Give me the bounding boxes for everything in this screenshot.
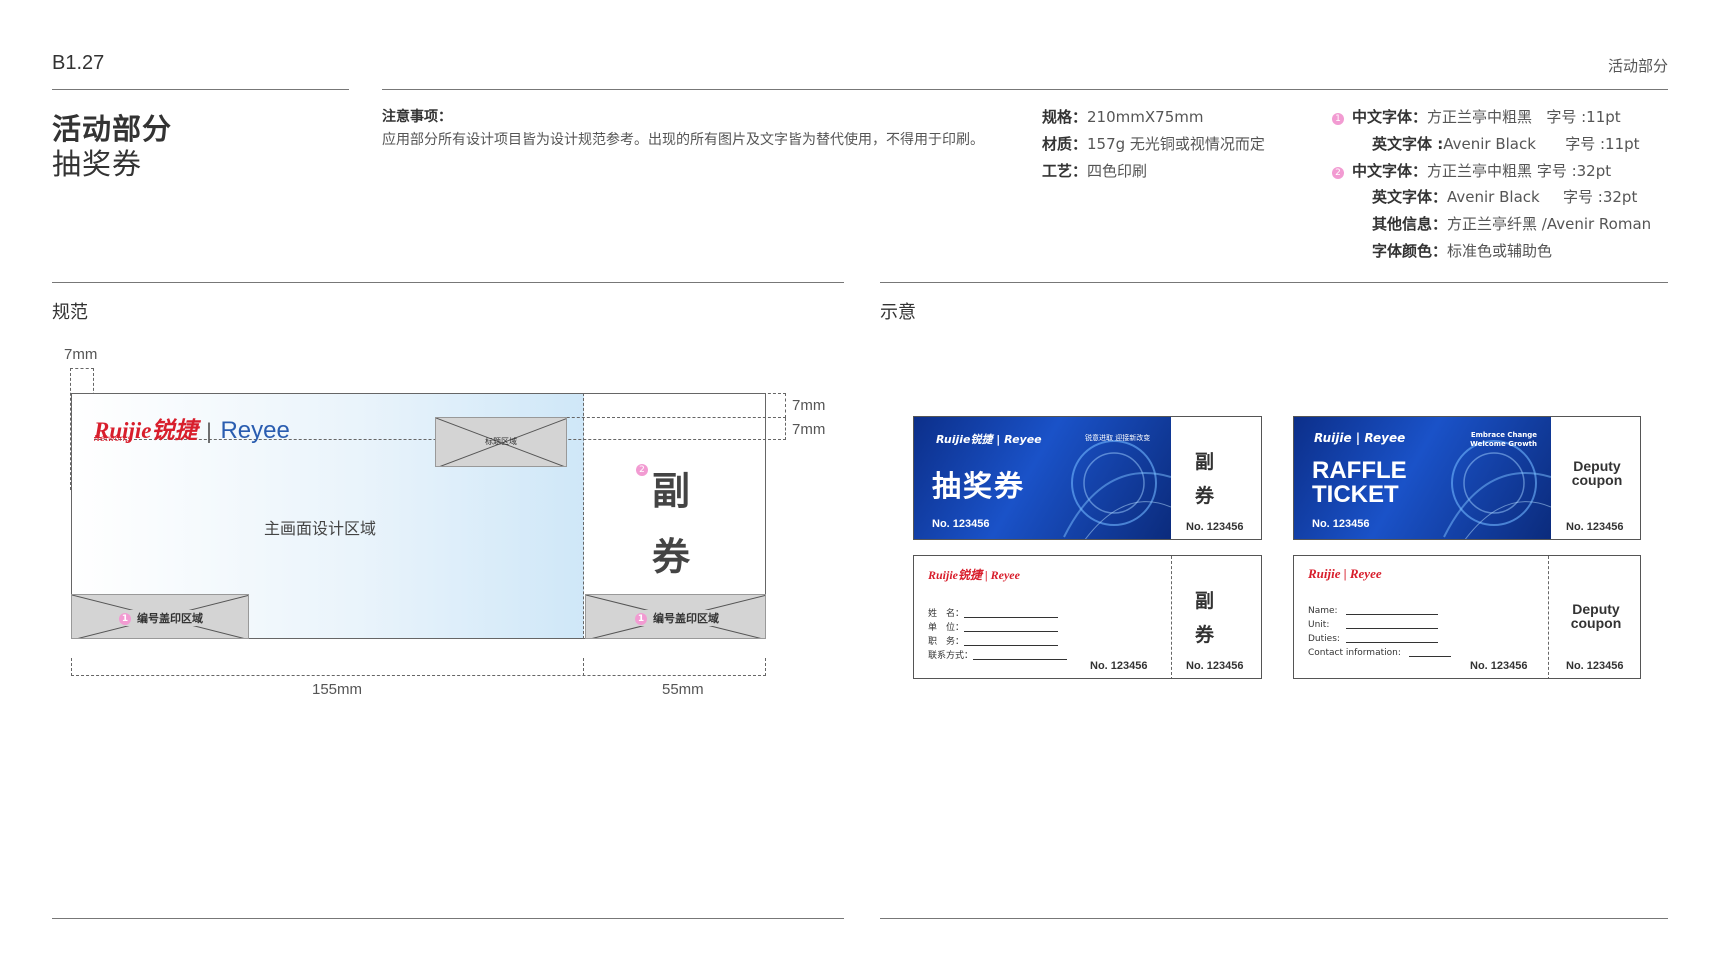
- ticket-slogan: Embrace Change Welcome Growth: [1470, 431, 1537, 448]
- dim-stub-width: 55mm: [662, 681, 704, 698]
- marker-2-icon: 2: [1332, 167, 1344, 179]
- form-field: 单 位：: [928, 620, 1059, 633]
- dim-left-margin: 7mm: [64, 346, 98, 363]
- stamp-area-left: 1 编号盖印区域: [71, 594, 249, 639]
- marker-2-icon: 2: [636, 464, 648, 476]
- stub-number: No. 123456: [1186, 521, 1244, 533]
- width-guide: [71, 658, 766, 676]
- ticket-logo: Ruijie锐捷 | Reyee: [936, 433, 1042, 446]
- form-field: Name:: [1308, 606, 1438, 616]
- logo-separator: |: [205, 419, 213, 443]
- marker-1-icon: 1: [119, 613, 131, 625]
- ticket-artwork: Ruijie | Reyee Embrace Change Welcome Gro…: [1294, 417, 1551, 539]
- ticket-title: 抽奖券: [932, 469, 1026, 503]
- dim-top-margin-2: 7mm: [792, 421, 826, 438]
- ticket-title: RAFFLE TICKET: [1312, 457, 1407, 508]
- spec-drawing: 7mm 7mm 7mm Ruijie锐捷 | Reyee Networks 标题…: [0, 0, 860, 720]
- perforation-line: [1548, 556, 1549, 678]
- font-row: 其他信息：方正兰亭纤黑 /Avenir Roman: [1372, 215, 1652, 233]
- dim-main-width: 155mm: [312, 681, 363, 698]
- ticket-logo: Ruijie | Reyee: [1314, 431, 1406, 445]
- stub-title: Deputy coupon: [1571, 458, 1623, 488]
- stub-char: 副: [652, 469, 691, 513]
- stub-title: Deputy coupon: [1570, 601, 1622, 631]
- stub-title: 副券: [1195, 590, 1215, 646]
- form-field: Contact information:: [1308, 648, 1451, 658]
- example-heading: 示意: [880, 302, 916, 323]
- font-row: 2 中文字体：方正兰亭中粗黑 字号 :32pt: [1332, 160, 1611, 181]
- ticket-en-white: Ruijie | Reyee Name: Unit: Duties: Conta…: [1293, 555, 1641, 679]
- stamp-label: 1 编号盖印区域: [106, 610, 216, 626]
- ticket-artwork: Ruijie锐捷 | Reyee 锐意进取 迎接新改变 抽奖券 No. 1234…: [914, 417, 1171, 539]
- dim-top-margin-1: 7mm: [792, 397, 826, 414]
- divider: [52, 918, 844, 919]
- top-margin-guide-1: [436, 393, 786, 418]
- form-field: 姓 名：: [928, 606, 1059, 619]
- spec-row: 材质：157g 无光铜或视情况而定: [1042, 135, 1265, 153]
- spec-row: 工艺：四色印刷: [1042, 162, 1148, 180]
- ticket-number: No. 123456: [932, 518, 990, 530]
- main-area-label: 主画面设计区域: [264, 519, 377, 538]
- ticket-slogan: 锐意进取 迎接新改变: [1085, 434, 1151, 442]
- stub-number: No. 123456: [1566, 521, 1624, 533]
- stamp-area-right: 1 编号盖印区域: [585, 594, 766, 639]
- font-row: 1 中文字体：方正兰亭中粗黑 字号 :11pt: [1332, 106, 1621, 127]
- stub-title: 副券: [1195, 451, 1215, 507]
- marker-1-icon: 1: [1332, 113, 1344, 125]
- font-row: 字体颜色：标准色或辅助色: [1372, 242, 1553, 260]
- font-row: 英文字体：Avenir Black 字号 :32pt: [1372, 188, 1638, 206]
- form-field: 联系方式：: [928, 648, 1068, 661]
- ticket-logo: Ruijie | Reyee: [1308, 566, 1382, 581]
- ticket-cn-white: Ruijie锐捷 | Reyee 姓 名： 单 位： 职 务： 联系方式： No…: [913, 555, 1262, 679]
- title-area-placeholder: 标题区域: [435, 417, 567, 467]
- ticket-number: No. 123456: [1470, 660, 1528, 672]
- stub-number: No. 123456: [1566, 660, 1624, 672]
- width-guide-split: [583, 658, 584, 676]
- stamp-label: 1 编号盖印区域: [622, 610, 732, 626]
- ticket-cn-blue: Ruijie锐捷 | Reyee 锐意进取 迎接新改变 抽奖券 No. 1234…: [913, 416, 1262, 540]
- ticket-en-blue: Ruijie | Reyee Embrace Change Welcome Gro…: [1293, 416, 1641, 540]
- section-tag: 活动部分: [1607, 57, 1668, 75]
- marker-1-icon: 1: [635, 613, 647, 625]
- ruijie-logo-sub: Networks: [94, 434, 132, 443]
- title-area-label: 标题区域: [485, 437, 517, 446]
- divider: [880, 918, 1668, 919]
- font-row: 英文字体 :Avenir Black 字号 :11pt: [1372, 135, 1640, 153]
- perforation-line: [1171, 556, 1172, 678]
- reyee-logo: Reyee: [220, 417, 290, 444]
- form-field: Duties:: [1308, 634, 1438, 644]
- stub-char: 券: [652, 535, 691, 579]
- ticket-number: No. 123456: [1090, 660, 1148, 672]
- spec-row: 规格：210mmX75mm: [1042, 108, 1204, 126]
- form-field: Unit:: [1308, 620, 1438, 630]
- ticket-number: No. 123456: [1312, 518, 1370, 530]
- divider: [880, 282, 1668, 283]
- stub-number: No. 123456: [1186, 660, 1244, 672]
- form-field: 职 务：: [928, 634, 1059, 647]
- ticket-logo: Ruijie锐捷 | Reyee: [928, 568, 1020, 582]
